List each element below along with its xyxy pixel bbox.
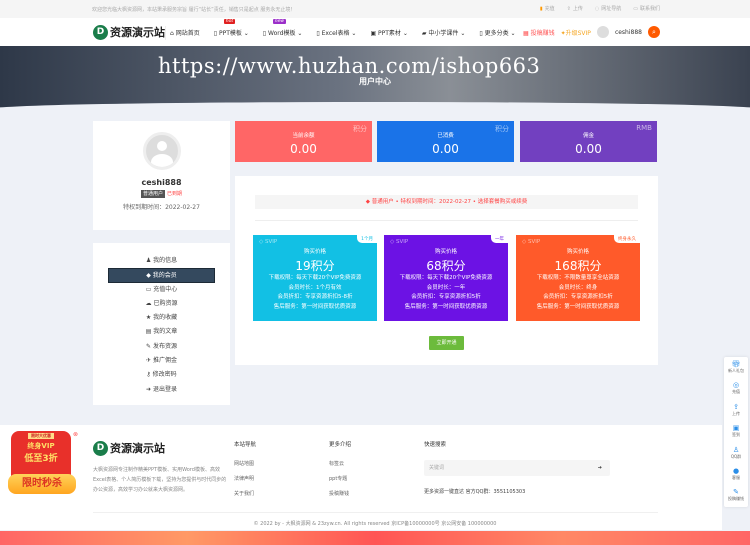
profile-card: ceshi888 普通用户 已到期 特权到期时间：2022-02-27: [93, 121, 230, 230]
float-service[interactable]: ● 客服: [724, 464, 748, 485]
link-label: 联系我们: [639, 6, 660, 12]
float-signin[interactable]: ▣ 签到: [724, 421, 748, 442]
page-banner: https://www.huzhan.com/ishop663 用户中心: [0, 46, 750, 110]
footer-link[interactable]: 法律声明: [234, 475, 256, 482]
stat-spent: 积分 已消费 0.00: [377, 121, 514, 162]
nav-ppt-material[interactable]: ▣ PPT素材 ⌄: [370, 28, 407, 37]
sidebar-item-info[interactable]: ♟ 我的信息: [93, 254, 230, 268]
footer-logo: D 资源演示站: [93, 440, 165, 456]
sidebar-item-password[interactable]: ⚷ 修改密码: [93, 368, 230, 382]
upload-link[interactable]: ⇪ 上传: [567, 5, 583, 13]
logo-icon: D: [93, 24, 108, 40]
stat-balance: 积分 当前余额 0.00: [235, 121, 372, 162]
logo[interactable]: D 资源演示站: [93, 24, 165, 40]
search-icon[interactable]: ⌕: [647, 26, 660, 38]
page-title: 用户中心: [359, 77, 391, 86]
nav-more[interactable]: ▯ 更多分类 ⌄: [479, 28, 515, 37]
main-nav: D 资源演示站 ⌂ 网站首页 hot ▯ PPT模板 ⌄ new ▯ Word模板 ⌄…: [0, 18, 750, 46]
plan-card-month[interactable]: ◇ SVIP 1个月 购买价格 19积分 下载权限：每天下载20个VIP免费资源 会员…: [253, 235, 377, 321]
nav-excel[interactable]: ▯ Excel表格 ⌄: [316, 28, 356, 37]
recharge-link[interactable]: ▮ 充值: [540, 5, 555, 13]
qq-icon: ♙: [732, 445, 740, 454]
sidebar-item-articles[interactable]: ▤ 我的文章: [93, 325, 230, 339]
search-submit-icon[interactable]: ➔: [598, 460, 602, 476]
welcome-text: 欢迎您光临大枫资源网，本站秉承服务宗旨 履行“站长”责任，销售只是起点 服务永无…: [92, 7, 296, 13]
logo-text: 资源演示站: [110, 26, 165, 39]
footer-link[interactable]: 标签云: [329, 460, 351, 467]
gift-icon: 🎁︎: [731, 360, 741, 368]
vip-notice: ◆ 普通用户 • 特权到期时间：2022-02-27 • 选择套餐购买或续费: [255, 195, 638, 209]
avatar: [142, 132, 181, 170]
user-name[interactable]: ceshi888: [615, 29, 642, 36]
footer-link[interactable]: 网站地图: [234, 460, 256, 467]
plan-card-lifetime[interactable]: ◇ SVIP 终身永久 购买价格 168积分 下载权限：不限数量尊享全站资源 会员时长…: [516, 235, 640, 321]
sidebar-item-vip[interactable]: ◆ 我的会员: [108, 268, 215, 283]
nav-home[interactable]: ⌂ 网站首页: [170, 28, 200, 37]
link-label: 上传: [572, 6, 583, 12]
nav-courseware[interactable]: ▰ 中小学课件 ⌄: [422, 28, 465, 37]
expire-text: 特权到期时间：2022-02-27: [123, 204, 200, 211]
sidebar: ♟ 我的信息 ◆ 我的会员 ▭ 充值中心 ☁ 已购资源 ★ 我的收藏 ▤ 我的文…: [93, 243, 230, 405]
role-badge: 普通用户: [140, 190, 165, 198]
footer-link[interactable]: ppt专题: [329, 475, 351, 482]
vip-panel: ◆ 普通用户 • 特权到期时间：2022-02-27 • 选择套餐购买或续费 ◇…: [235, 176, 658, 365]
sidebar-item-purchased[interactable]: ☁ 已购资源: [93, 297, 230, 311]
stat-commission: RMB 佣金 0.00: [520, 121, 657, 162]
nav-word[interactable]: new ▯ Word模板 ⌄: [263, 19, 302, 37]
profile-name: ceshi888: [141, 178, 182, 187]
user-avatar[interactable]: [596, 26, 609, 38]
contact-link[interactable]: ▭ 联系我们: [633, 5, 660, 13]
float-toolbar: 🎁︎ 新人礼包 ◎ 充值 ⇪ 上传 ▣ 签到 ♙ QQ群 ● 客服 ✎ 投稿赚钱: [724, 357, 748, 507]
svip-link[interactable]: ✦升级SVIP: [561, 28, 591, 37]
float-qq[interactable]: ♙ QQ群: [724, 443, 748, 464]
status-badge: 已到期: [167, 191, 183, 197]
nav-ppt[interactable]: hot ▯ PPT模板 ⌄: [214, 19, 249, 37]
sidebar-item-favorites[interactable]: ★ 我的收藏: [93, 311, 230, 325]
footer-link[interactable]: 投稿赚钱: [329, 490, 351, 497]
upload-icon: ⇪: [733, 402, 739, 411]
sidebar-item-commission[interactable]: ✈ 推广佣金: [93, 354, 230, 368]
sidebar-item-publish[interactable]: ✎ 发布资源: [93, 340, 230, 354]
top-bar: 欢迎您光临大枫资源网，本站秉承服务宗旨 履行“站长”责任，销售只是起点 服务永无…: [0, 0, 750, 18]
float-upload[interactable]: ⇪ 上传: [724, 400, 748, 421]
calendar-icon: ▣: [732, 424, 740, 433]
promo-badge[interactable]: 限时大优惠 终身VIP 低至3折 限时秒杀 ⊗: [8, 431, 78, 495]
qq-note: 更多资源一键直达 官方QQ群：3551105303: [424, 489, 526, 495]
nav-link[interactable]: ◌ 网址导航: [595, 5, 622, 13]
footer: 限时大优惠 终身VIP 低至3折 限时秒杀 ⊗ D 资源演示站 大枫资源网专注制作精美…: [0, 425, 722, 530]
footer-search-input[interactable]: ➔ 关键词: [424, 460, 610, 476]
footer-link[interactable]: 关于我们: [234, 490, 256, 497]
watermark: https://www.huzhan.com/ishop663: [158, 54, 541, 78]
link-label: 网址导航: [601, 6, 622, 12]
plan-card-year[interactable]: ◇ SVIP 一年 购买价格 68积分 下载权限：每天下载20个VIP免费资源 会员时…: [384, 235, 508, 321]
sidebar-item-logout[interactable]: ➜ 退出登录: [93, 383, 230, 397]
chat-icon: ●: [732, 466, 740, 475]
link-label: 充值: [544, 6, 555, 12]
float-recharge[interactable]: ◎ 充值: [724, 378, 748, 399]
sidebar-item-recharge[interactable]: ▭ 充值中心: [93, 283, 230, 297]
float-gift[interactable]: 🎁︎ 新人礼包: [724, 357, 748, 378]
promote-link[interactable]: ▦ 投稿赚钱: [523, 28, 555, 37]
hot-badge: hot: [223, 19, 236, 24]
bottom-wave: [0, 531, 750, 545]
float-contribute[interactable]: ✎ 投稿赚钱: [724, 485, 748, 506]
footer-desc: 大枫资源网专注制作精美PPT模板、实用Word模板、高效Excel表格、个人简历…: [93, 467, 227, 493]
open-now-button[interactable]: 立即开通: [429, 336, 464, 350]
copyright: © 2022 by - 大枫资源网 & 23zyw.cn. All rights…: [253, 521, 497, 527]
new-badge: new: [272, 19, 287, 24]
close-icon[interactable]: ⊗: [73, 431, 78, 438]
